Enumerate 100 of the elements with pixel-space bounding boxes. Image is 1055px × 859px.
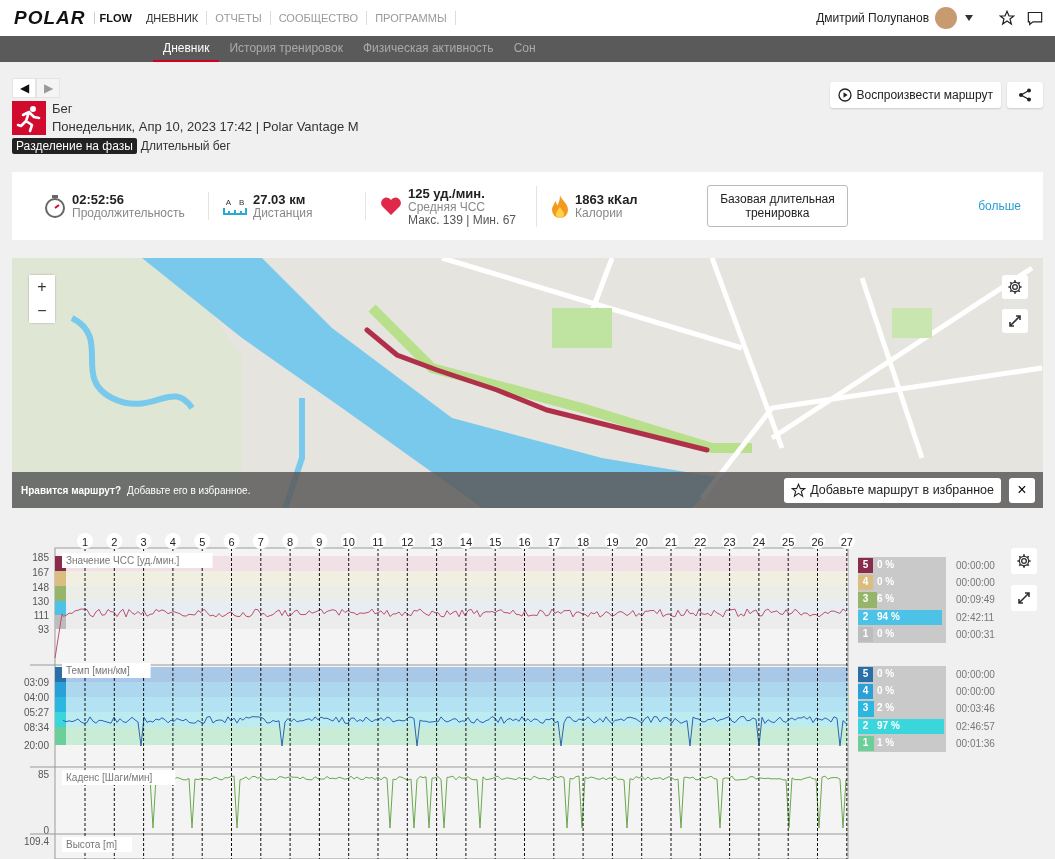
axis-tick-label: 03:09: [23, 677, 49, 688]
phase-tag: Разделение на фазы: [12, 138, 137, 154]
settings-icon: [1007, 279, 1023, 295]
lap-marker[interactable]: 9: [311, 533, 328, 549]
caret-icon[interactable]: [965, 15, 973, 21]
stat-label: Дистанция: [253, 207, 313, 220]
zone-number: 5: [861, 667, 870, 679]
training-benefit-button[interactable]: Базовая длительная тренировка: [707, 185, 848, 227]
running-icon: [12, 101, 46, 135]
heart-icon: [380, 196, 402, 216]
stat-label: Калории: [575, 207, 624, 220]
zone-marker: [55, 571, 66, 586]
banner-text: Добавьте его в избранное.: [127, 484, 251, 496]
expand-button[interactable]: [1002, 309, 1028, 333]
ruler-icon: [223, 206, 247, 215]
zone-marker: [55, 697, 66, 712]
zone-marker: [55, 682, 66, 697]
lap-marker[interactable]: 16: [516, 533, 533, 549]
lap-marker[interactable]: 4: [164, 533, 181, 549]
share-button[interactable]: [1007, 82, 1043, 108]
panel-title: Темп [мин/км]: [62, 663, 151, 678]
lap-marker[interactable]: 7: [252, 533, 269, 549]
previous-button[interactable]: ◀: [12, 78, 36, 98]
distance-end-label: A: [225, 197, 231, 207]
stat-label: Средняя ЧСС: [408, 200, 487, 214]
lap-marker[interactable]: 22: [692, 533, 709, 549]
lap-marker[interactable]: 8: [282, 533, 299, 549]
axis-tick-label: 93: [37, 624, 49, 635]
zone-marker: [55, 586, 66, 601]
stat-value: 125 уд./мин.: [408, 185, 486, 201]
subnav-tab[interactable]: Дневник: [153, 36, 220, 62]
flow-label: FLOW: [93, 12, 132, 24]
lap-marker[interactable]: 17: [545, 533, 562, 549]
lap-marker[interactable]: 13: [428, 533, 445, 549]
lap-marker[interactable]: 14: [457, 533, 474, 549]
sport-name: Бег: [52, 100, 74, 118]
zone-percent: 94 %: [877, 610, 900, 622]
panel-title: Значение ЧСС [уд./мин.]: [62, 553, 213, 568]
message-icon[interactable]: [1027, 10, 1043, 26]
lap-marker[interactable]: 6: [223, 533, 240, 549]
stat-value: 1863 кКал: [575, 192, 638, 207]
axis-tick-label: 0: [43, 825, 49, 836]
lap-marker[interactable]: 3: [135, 533, 152, 549]
zone-number: 2: [861, 719, 870, 731]
add-favorite-button[interactable]: Добавьте маршрут в избранное: [784, 477, 1001, 503]
lap-marker[interactable]: 19: [604, 533, 621, 549]
expand-icon: [1016, 591, 1031, 605]
star-icon: [791, 482, 807, 498]
zone-percent: 97 %: [877, 719, 900, 731]
zone-time: 02:46:57: [956, 720, 995, 732]
lap-marker[interactable]: 27: [838, 533, 855, 549]
zone-marker: [55, 615, 66, 629]
replay-route-button[interactable]: Воспроизвести маршрут: [829, 82, 1001, 108]
lap-marker[interactable]: 20: [633, 533, 650, 549]
lap-marker[interactable]: 2: [106, 533, 123, 549]
lap-marker[interactable]: 24: [750, 533, 767, 549]
lap-marker[interactable]: 11: [370, 533, 386, 549]
zone-number: 3: [861, 702, 870, 714]
share-icon: [1018, 88, 1032, 102]
zone-marker: [55, 727, 66, 745]
nav-tab[interactable]: ДНЕВНИК: [137, 11, 208, 25]
zone-number: 1: [861, 627, 870, 639]
user-name[interactable]: Дмитрий Полупанов: [816, 11, 929, 25]
stat-value: 02:52:56: [72, 192, 126, 207]
settings-button[interactable]: [1010, 548, 1037, 574]
zone-time: 00:00:00: [956, 686, 995, 698]
lap-marker[interactable]: 26: [809, 533, 826, 549]
zone-time: 00:00:00: [956, 669, 995, 681]
close-button[interactable]: ×: [1009, 477, 1035, 503]
expand-button[interactable]: [1010, 585, 1037, 611]
zoom-in-button[interactable]: +: [29, 275, 55, 299]
axis-tick-label: 08:34: [23, 722, 49, 733]
lap-marker[interactable]: 23: [721, 533, 738, 549]
axis-tick-label: 05:27: [23, 707, 49, 718]
axis-tick-label: 109.4: [23, 836, 49, 847]
stopwatch-icon: [44, 194, 66, 218]
lap-marker[interactable]: 21: [663, 533, 679, 549]
zone-time: 00:09:49: [956, 594, 995, 606]
zone-time: 00:00:00: [956, 577, 995, 589]
axis-tick-label: 04:00: [23, 692, 49, 703]
axis-tick-label: 20:00: [23, 740, 49, 751]
lap-marker[interactable]: 10: [340, 533, 357, 549]
zone-time: 00:03:46: [956, 703, 995, 715]
lap-marker[interactable]: 5: [194, 533, 211, 549]
settings-button[interactable]: [1002, 275, 1028, 299]
lap-marker[interactable]: 12: [399, 533, 416, 549]
lap-marker[interactable]: 18: [575, 533, 592, 549]
lap-marker[interactable]: 1: [77, 533, 93, 549]
lap-marker[interactable]: 25: [780, 533, 797, 549]
stat-label: Продолжительность: [72, 207, 185, 220]
zone-marker: [55, 712, 66, 727]
zoom-out-button[interactable]: −: [29, 299, 55, 323]
polar-logo[interactable]: POLAR: [14, 7, 86, 29]
zone-time: 02:42:11: [956, 611, 995, 623]
settings-icon: [1015, 553, 1032, 569]
panel-title: Каденс [Шаги/мин]: [62, 770, 176, 785]
zone-time: 00:01:36: [956, 737, 995, 749]
phase-name: Длительный бег: [140, 139, 231, 153]
star-icon[interactable]: [999, 10, 1015, 26]
lap-marker[interactable]: 15: [487, 533, 504, 549]
